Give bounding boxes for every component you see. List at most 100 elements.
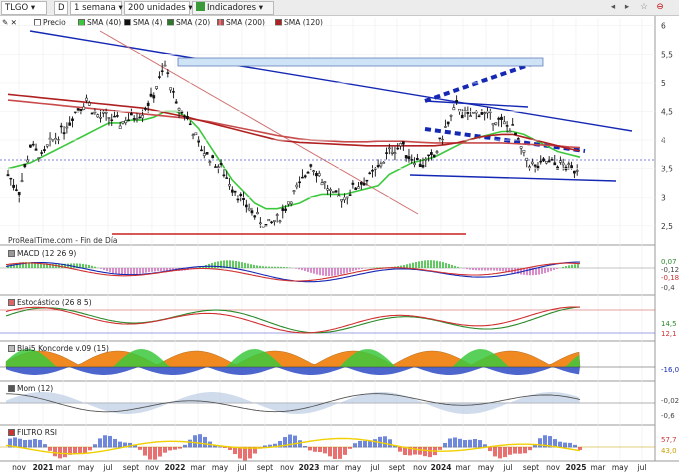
price-body-29-0 [331, 191, 335, 193]
rsi-bar-53 [53, 447, 57, 457]
rsi-bar-318 [318, 447, 322, 453]
rsi-bar-368 [368, 440, 372, 448]
price-body-3-0 [40, 152, 43, 154]
price-body-50-2 [573, 170, 576, 174]
rsi-bar-448 [448, 438, 452, 448]
rsi-bar-353 [353, 443, 357, 448]
price-body-43-3 [497, 117, 501, 120]
price-body-31-0 [354, 187, 358, 191]
macd-panel [0, 260, 655, 283]
price-body-39-0 [444, 126, 447, 128]
price-body-42-2 [483, 112, 487, 114]
price-body-20-3 [239, 193, 243, 196]
price-body-41-1 [469, 115, 472, 117]
rsi-bar-23 [23, 440, 27, 448]
stoch-title[interactable]: Estocástico (26 8 5) [8, 298, 92, 308]
price-body-33-0 [376, 165, 380, 168]
rsi-bar-468 [468, 439, 472, 448]
price-body-22-0 [253, 215, 257, 218]
mom-axis-1: -0,6 [661, 412, 675, 420]
price-body-48-0 [545, 161, 548, 164]
x-tick-3: may [77, 463, 95, 472]
price-body-33-2 [382, 161, 386, 164]
price-body-19-3 [228, 184, 231, 187]
price-body-34-3 [396, 147, 400, 150]
price-body-47-3 [542, 158, 545, 162]
rsi-bar-523 [523, 447, 527, 454]
price-body-21-3 [250, 210, 254, 214]
price-body-35-2 [404, 155, 408, 159]
price-body-23-3 [273, 220, 276, 222]
price-body-8-3 [104, 111, 108, 114]
price-body-36-2 [416, 158, 419, 160]
rsi-bar-578 [578, 447, 582, 451]
price-body-7-2 [90, 112, 94, 115]
x-tick-24: nov [546, 463, 560, 472]
price-body-35-3 [407, 156, 411, 160]
rsi-bar-438 [438, 447, 442, 450]
price-body-47-1 [536, 165, 540, 169]
price-body-36-3 [418, 163, 422, 167]
x-tick-13: 2023 [298, 463, 320, 472]
price-body-11-2 [135, 118, 139, 120]
price-body-32-0 [365, 179, 369, 182]
price-body-28-1 [323, 181, 327, 184]
price-body-48-1 [547, 160, 551, 163]
price-body-2-2 [34, 148, 38, 151]
price-body-20-1 [233, 190, 237, 193]
rsi-bar-333 [333, 447, 337, 460]
rsi-bar-303 [303, 445, 307, 448]
rsi-bar-113 [113, 438, 117, 448]
mom-axis-0: -0,02 [661, 397, 679, 405]
price-body-23-2 [270, 221, 273, 224]
price-body-39-1 [446, 121, 450, 125]
rsi-bar-108 [108, 435, 112, 448]
price-body-11-3 [138, 116, 142, 119]
price-body-8-1 [99, 116, 102, 119]
rsi-bar-158 [158, 447, 162, 457]
rsi-bar-73 [73, 447, 77, 454]
rsi-bar-298 [298, 440, 302, 448]
price-body-35-0 [399, 143, 402, 147]
price-body-12-2 [146, 102, 150, 106]
price-body-41-2 [472, 112, 475, 114]
price-body-46-3 [530, 161, 534, 164]
price-body-22-2 [259, 222, 262, 225]
rsi-bar-63 [63, 447, 67, 458]
price-body-29-3 [340, 199, 344, 202]
price-body-28-3 [329, 189, 332, 191]
price-body-6-3 [82, 106, 86, 110]
price-body-38-2 [438, 137, 442, 140]
rsi-bar-358 [358, 440, 362, 448]
price-body-15-1 [177, 108, 181, 111]
rsi-bar-18 [18, 438, 22, 448]
price-body-47-2 [539, 160, 543, 163]
macd-title[interactable]: MACD (12 26 9) [8, 249, 76, 259]
rsi-bar-148 [148, 447, 152, 460]
price-body-37-1 [424, 158, 428, 161]
price-body-26-2 [303, 175, 307, 178]
mom-title[interactable]: Mom (12) [8, 384, 53, 394]
price-body-44-0 [500, 116, 503, 120]
dotted-upper-projection [424, 59, 541, 103]
price-body-46-0 [522, 149, 526, 153]
price-body-27-1 [312, 170, 315, 172]
blai5-title[interactable]: Blai5 Koncorde v.09 (15) [8, 344, 109, 354]
price-body-25-3 [295, 184, 299, 188]
rsi-bar-38 [38, 439, 42, 448]
rsi-bar-153 [153, 447, 157, 460]
price-body-24-0 [275, 214, 279, 216]
price-body-16-0 [186, 116, 189, 119]
price-body-43-0 [488, 111, 492, 113]
rsi-title[interactable]: FILTRO RSI [8, 428, 57, 438]
rsi-bar-568 [568, 442, 572, 448]
stochastic-panel [0, 306, 655, 334]
rsi-bar-293 [293, 435, 297, 448]
price-body-36-1 [413, 163, 416, 166]
rsi-bar-188 [188, 439, 192, 448]
price-body-45-1 [514, 132, 517, 136]
price-body-38-0 [432, 154, 436, 158]
rsi-title-label: FILTRO RSI [17, 428, 57, 437]
rsi-panel [0, 434, 655, 461]
rsi-bar-518 [518, 447, 522, 454]
